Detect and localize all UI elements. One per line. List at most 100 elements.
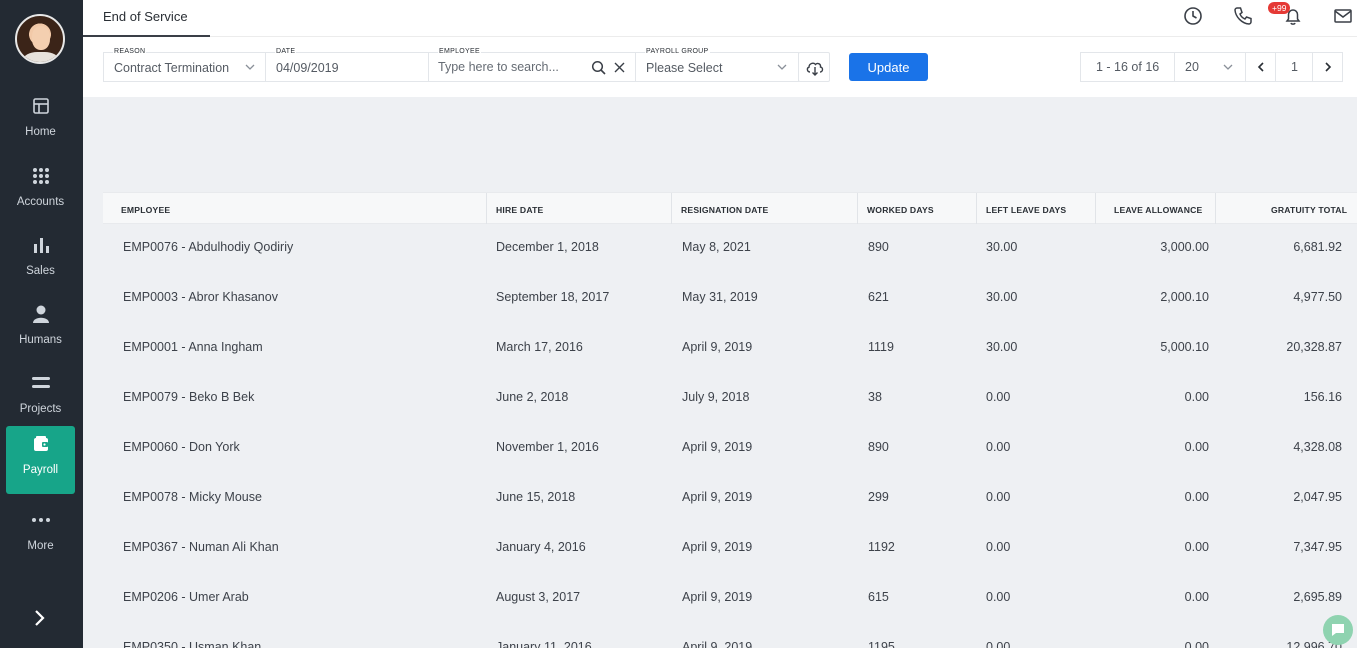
- reason-select[interactable]: REASON Contract Termination: [103, 48, 266, 82]
- grid-icon: [32, 168, 49, 184]
- table-row[interactable]: EMP0350 - Usman Khan January 11, 2016 Apri…: [103, 623, 1357, 648]
- date-field[interactable]: DATE 04/09/2019: [265, 48, 429, 82]
- clear-icon[interactable]: [614, 62, 625, 73]
- home-icon: [32, 98, 49, 114]
- cell-hire-date: June 15, 2018: [496, 490, 576, 504]
- table-row[interactable]: EMP0079 - Beko B Bek June 2, 2018 July 9, …: [103, 373, 1357, 423]
- cell-left-leave-days: 0.00: [986, 590, 1011, 604]
- table-row[interactable]: EMP0078 - Micky Mouse June 15, 2018 April …: [103, 473, 1357, 523]
- column-header-gratuity-total[interactable]: GRATUITY TOTAL: [1215, 193, 1357, 224]
- sidebar-item-sales[interactable]: Sales: [6, 227, 75, 295]
- cell-worked-days: 299: [868, 490, 889, 504]
- column-header-leave-allowance[interactable]: LEAVE ALLOWANCE: [1095, 193, 1215, 224]
- table-row[interactable]: EMP0206 - Umer Arab August 3, 2017 April 9…: [103, 573, 1357, 623]
- cell-worked-days: 1195: [868, 640, 895, 648]
- cell-leave-allowance: 0.00: [1184, 640, 1209, 648]
- filter-bar: REASON Contract Termination DATE 04/09/2…: [83, 37, 1357, 97]
- cell-left-leave-days: 30.00: [986, 240, 1018, 254]
- page-size-value: 20: [1185, 60, 1199, 74]
- employee-caption: EMPLOYEE: [438, 48, 481, 55]
- prev-page-button[interactable]: [1245, 52, 1276, 82]
- cloud-download-icon: [806, 62, 824, 76]
- table-row[interactable]: EMP0003 - Abror Khasanov September 18, 20…: [103, 273, 1357, 323]
- update-button[interactable]: Update: [849, 53, 928, 81]
- person-icon: [32, 305, 49, 323]
- column-header-resignation-date[interactable]: RESIGNATION DATE: [671, 193, 768, 224]
- current-page[interactable]: 1: [1275, 52, 1313, 82]
- cell-gratuity-total: 2,695.89: [1293, 590, 1342, 604]
- clock-icon[interactable]: [1182, 5, 1204, 27]
- sidebar: Home Accounts Sales Humans Projects Payr…: [0, 0, 83, 648]
- employee-search[interactable]: EMPLOYEE: [428, 48, 636, 82]
- reason-value: Contract Termination: [114, 61, 230, 75]
- chat-button[interactable]: [1323, 615, 1353, 645]
- cell-hire-date: November 1, 2016: [496, 440, 599, 454]
- phone-icon[interactable]: [1232, 5, 1254, 27]
- employee-search-input[interactable]: [438, 60, 578, 74]
- cell-gratuity-total: 6,681.92: [1293, 240, 1342, 254]
- cell-gratuity-total: 156.16: [1303, 390, 1342, 404]
- avatar[interactable]: [15, 14, 65, 64]
- payroll-group-caption: PAYROLL GROUP: [645, 48, 710, 55]
- cell-gratuity-total: 2,047.95: [1293, 490, 1342, 504]
- cell-employee: EMP0001 - Anna Ingham: [123, 340, 263, 354]
- cell-gratuity-total: 7,347.95: [1293, 540, 1342, 554]
- cell-leave-allowance: 0.00: [1184, 490, 1209, 504]
- column-header-employee[interactable]: EMPLOYEE: [121, 193, 170, 224]
- column-header-worked-days[interactable]: WORKED DAYS: [857, 193, 934, 224]
- cell-leave-allowance: 2,000.10: [1160, 290, 1209, 304]
- expand-sidebar-button[interactable]: [30, 606, 50, 630]
- cell-worked-days: 890: [868, 240, 889, 254]
- cell-leave-allowance: 0.00: [1184, 440, 1209, 454]
- sidebar-item-label: Payroll: [22, 464, 59, 476]
- column-header-left-leave-days[interactable]: LEFT LEAVE DAYS: [976, 193, 1066, 224]
- cell-hire-date: August 3, 2017: [496, 590, 581, 604]
- notification-badge: +99: [1268, 2, 1291, 14]
- sidebar-item-home[interactable]: Home: [6, 88, 75, 156]
- top-bar: End of Service +99: [83, 0, 1357, 37]
- cell-resignation-date: July 9, 2018: [682, 390, 750, 404]
- next-page-button[interactable]: [1312, 52, 1343, 82]
- search-icon[interactable]: [591, 60, 606, 75]
- cell-hire-date: March 17, 2016: [496, 340, 583, 354]
- cell-resignation-date: April 9, 2019: [682, 490, 753, 504]
- cell-employee: EMP0367 - Numan Ali Khan: [123, 540, 279, 554]
- sidebar-item-projects[interactable]: Projects: [6, 365, 75, 433]
- download-button[interactable]: [798, 52, 830, 82]
- cell-resignation-date: April 9, 2019: [682, 340, 753, 354]
- table-row[interactable]: EMP0367 - Numan Ali Khan January 4, 2016 A…: [103, 523, 1357, 573]
- sidebar-item-humans[interactable]: Humans: [6, 296, 75, 364]
- sidebar-item-label: More: [27, 540, 54, 552]
- cell-left-leave-days: 0.00: [986, 390, 1011, 404]
- column-header-hire-date[interactable]: HIRE DATE: [486, 193, 543, 224]
- cell-hire-date: June 2, 2018: [496, 390, 569, 404]
- cell-gratuity-total: 20,328.87: [1286, 340, 1342, 354]
- sidebar-item-payroll[interactable]: Payroll: [6, 426, 75, 494]
- sidebar-item-more[interactable]: More: [6, 502, 75, 570]
- cell-worked-days: 621: [868, 290, 889, 304]
- cell-leave-allowance: 0.00: [1184, 590, 1209, 604]
- table-row[interactable]: EMP0060 - Don York November 1, 2016 April …: [103, 423, 1357, 473]
- pagination-range-text: 1 - 16 of 16: [1096, 60, 1160, 74]
- page-size-select[interactable]: 20: [1174, 52, 1246, 82]
- sidebar-item-accounts[interactable]: Accounts: [6, 158, 75, 226]
- cell-hire-date: January 11, 2016: [496, 640, 592, 648]
- table-row[interactable]: EMP0076 - Abdulhodiy Qodiriy December 1, …: [103, 223, 1357, 273]
- sidebar-item-label: Accounts: [16, 196, 65, 208]
- cell-employee: EMP0079 - Beko B Bek: [123, 390, 255, 404]
- cell-employee: EMP0206 - Umer Arab: [123, 590, 249, 604]
- cell-worked-days: 1192: [868, 540, 895, 554]
- sidebar-item-label: Humans: [19, 334, 62, 346]
- table-row[interactable]: EMP0001 - Anna Ingham March 17, 2016 April…: [103, 323, 1357, 373]
- bar-chart-icon: [33, 238, 49, 253]
- payroll-group-select[interactable]: PAYROLL GROUP Please Select: [635, 48, 799, 82]
- cell-leave-allowance: 5,000.10: [1160, 340, 1209, 354]
- cell-left-leave-days: 0.00: [986, 490, 1011, 504]
- tab-end-of-service[interactable]: End of Service: [83, 0, 210, 37]
- mail-icon[interactable]: [1332, 5, 1354, 27]
- cell-resignation-date: April 9, 2019: [682, 540, 753, 554]
- cell-left-leave-days: 0.00: [986, 540, 1011, 554]
- chevron-down-icon: [777, 64, 787, 70]
- pagination-range: 1 - 16 of 16: [1080, 52, 1175, 82]
- content-area: EMPLOYEE HIRE DATE RESIGNATION DATE WORK…: [83, 97, 1357, 648]
